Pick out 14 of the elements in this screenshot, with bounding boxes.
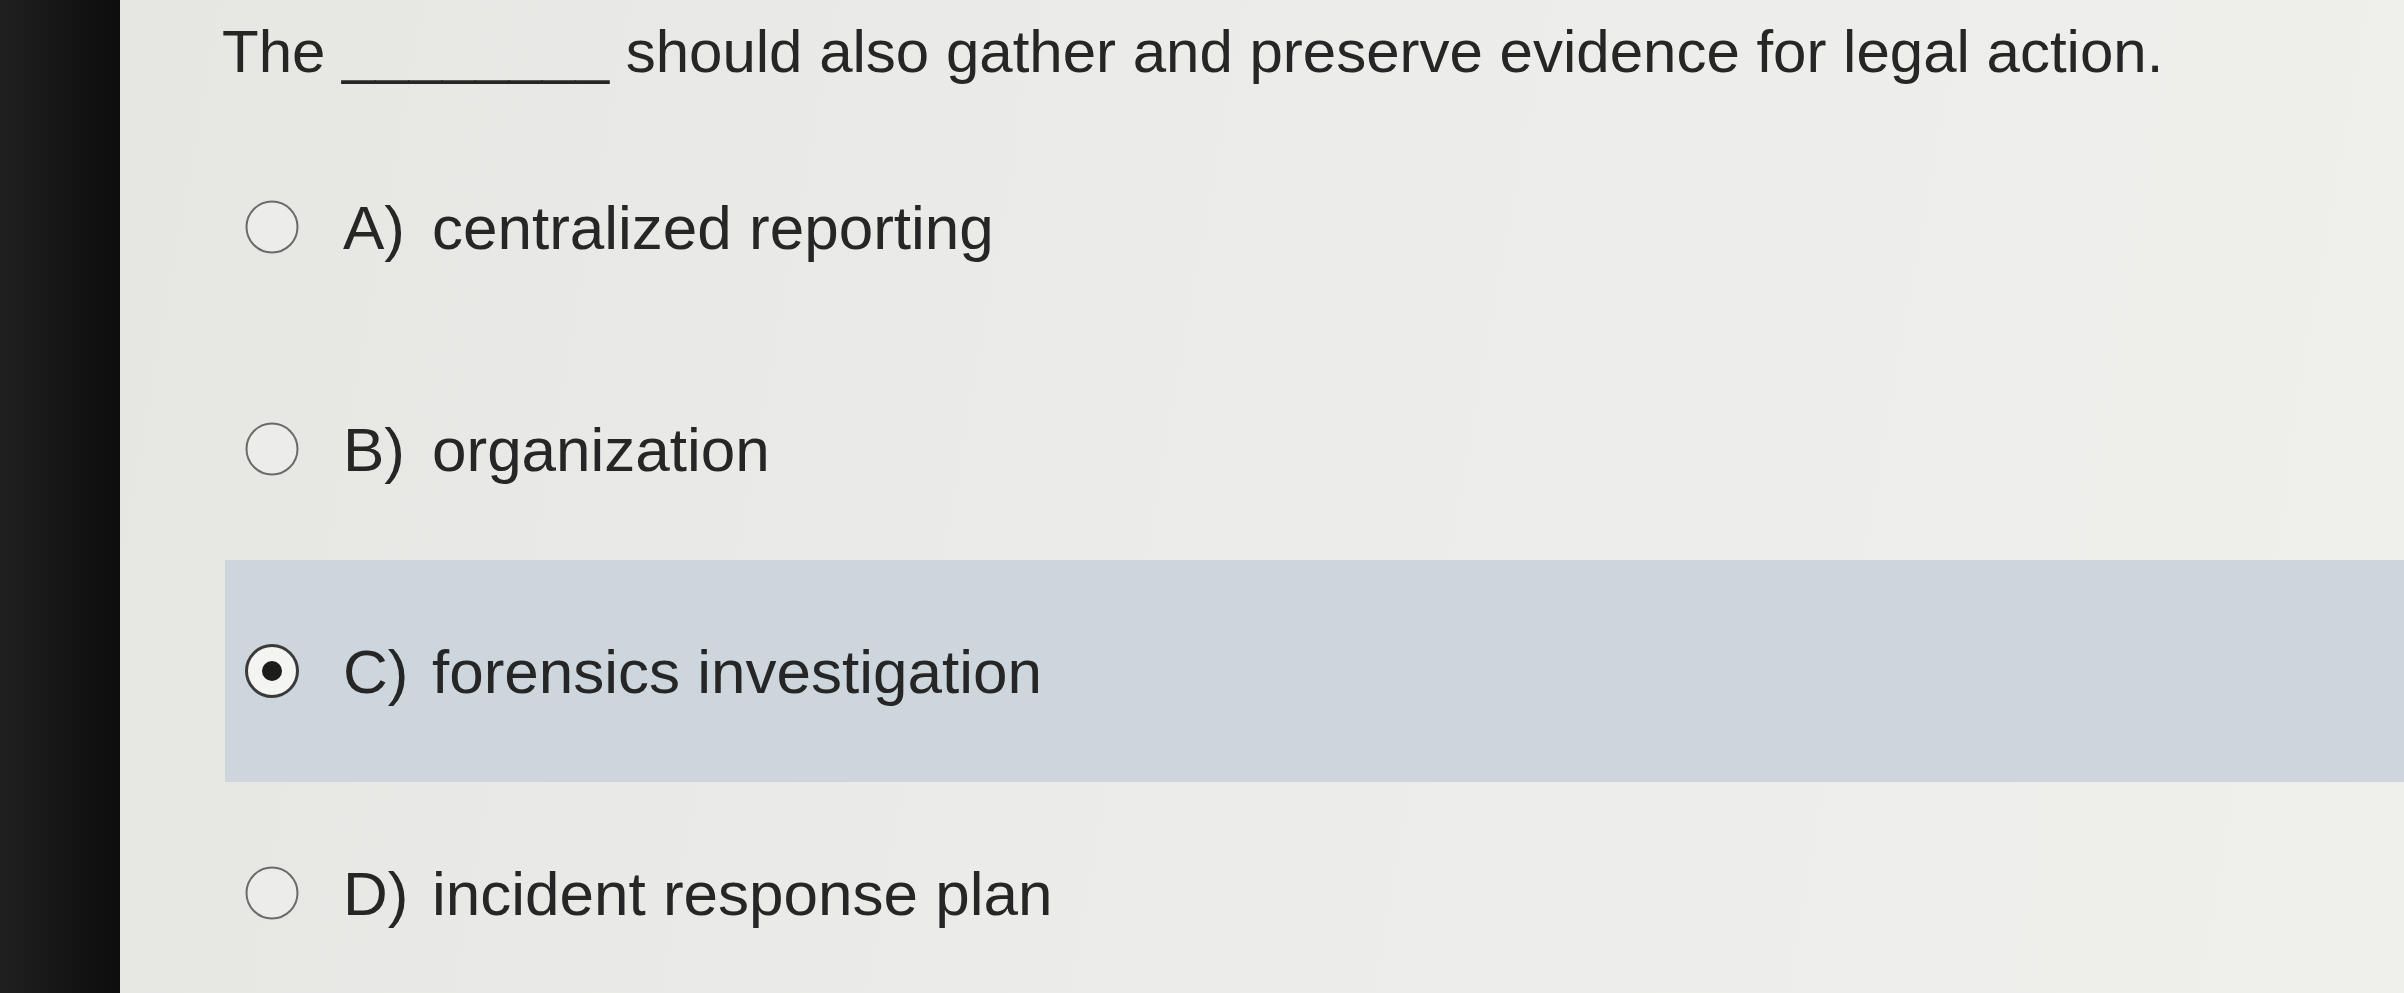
option-text: organization: [432, 413, 770, 485]
option-letter: C): [343, 635, 410, 707]
radio-icon[interactable]: [245, 644, 299, 698]
option-letter: A): [343, 191, 406, 263]
option-letter: B): [343, 413, 406, 485]
radio-icon[interactable]: [245, 200, 299, 254]
option-text: forensics investigation: [432, 635, 1042, 707]
radio-icon[interactable]: [245, 422, 299, 476]
question-text: The ________ should also gather and preserve evidence for legal action.: [222, 17, 2165, 87]
option-letter: D): [343, 857, 410, 929]
selected-answer-row[interactable]: C) forensics investigation: [225, 560, 2404, 782]
option-text: centralized reporting: [432, 191, 994, 263]
option-text: incident response plan: [432, 857, 1053, 929]
radio-icon[interactable]: [245, 866, 299, 920]
